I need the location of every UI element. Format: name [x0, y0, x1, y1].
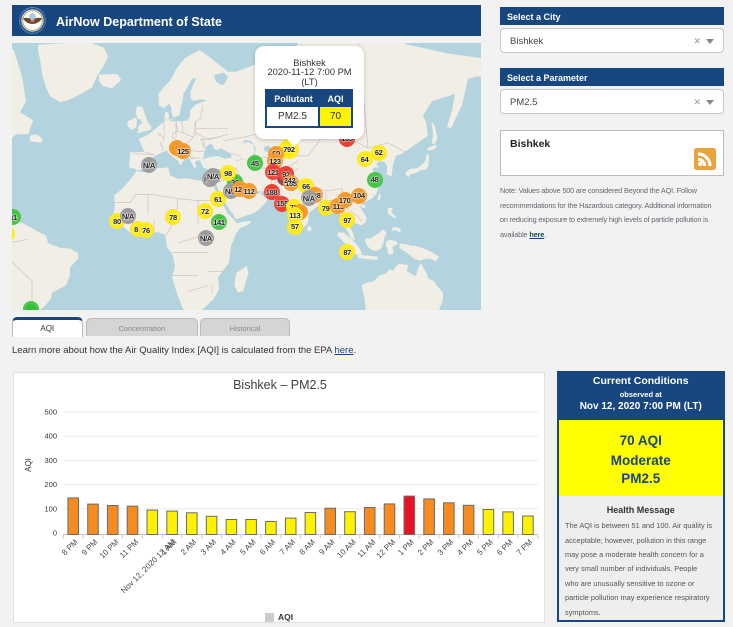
- svg-text:10 PM: 10 PM: [98, 537, 121, 560]
- svg-text:8 AM: 8 AM: [298, 537, 317, 556]
- svg-text:3 AM: 3 AM: [199, 537, 218, 556]
- svg-text:300: 300: [44, 456, 57, 465]
- svg-text:2 AM: 2 AM: [179, 537, 198, 556]
- svg-text:11 PM: 11 PM: [118, 537, 141, 560]
- svg-text:6 PM: 6 PM: [495, 537, 515, 557]
- svg-text:400: 400: [44, 432, 57, 441]
- svg-text:7 PM: 7 PM: [515, 537, 535, 557]
- svg-text:7 AM: 7 AM: [278, 537, 297, 556]
- svg-text:3 PM: 3 PM: [436, 537, 456, 557]
- svg-text:5 PM: 5 PM: [475, 537, 495, 557]
- svg-text:9 AM: 9 AM: [317, 537, 336, 556]
- svg-text:8 PM: 8 PM: [60, 537, 80, 557]
- svg-text:4 AM: 4 AM: [219, 537, 238, 556]
- svg-text:2 PM: 2 PM: [416, 537, 436, 557]
- svg-text:1 AM: 1 AM: [159, 537, 178, 556]
- svg-text:6 AM: 6 AM: [258, 537, 277, 556]
- svg-text:0: 0: [53, 529, 57, 538]
- svg-text:100: 100: [44, 504, 57, 513]
- svg-text:500: 500: [44, 408, 57, 417]
- svg-text:5 AM: 5 AM: [238, 537, 257, 556]
- svg-text:10 AM: 10 AM: [335, 537, 358, 560]
- svg-text:AQI: AQI: [24, 458, 33, 472]
- svg-text:12 PM: 12 PM: [374, 537, 397, 560]
- svg-text:11 AM: 11 AM: [356, 537, 378, 559]
- svg-text:1 PM: 1 PM: [396, 537, 416, 557]
- svg-text:200: 200: [44, 480, 57, 489]
- svg-text:4 PM: 4 PM: [455, 537, 475, 557]
